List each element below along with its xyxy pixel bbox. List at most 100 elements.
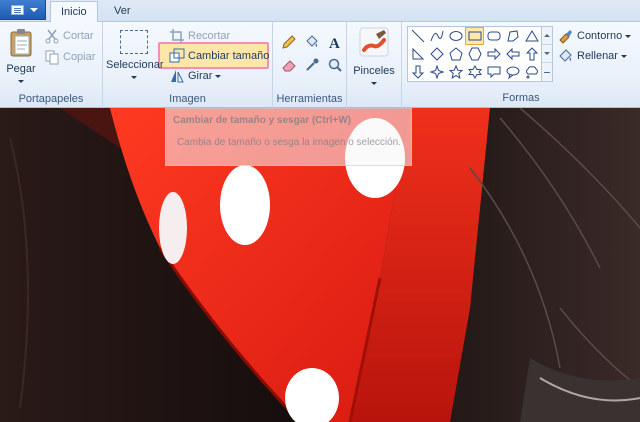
up-arrow-shape[interactable] — [522, 45, 541, 63]
crop-icon — [169, 28, 185, 44]
ribbon: Pegar Cortar Copiar Portapapeles Selecci… — [0, 22, 640, 108]
chevron-down-icon — [371, 81, 377, 85]
document-icon — [11, 5, 24, 15]
tooltip-body: Cambia de tamaño o sesga la imagen o sel… — [177, 137, 402, 148]
polygon-shape[interactable] — [503, 27, 522, 45]
outline-label: Contorno — [577, 30, 623, 42]
rounded-rectangle-shape[interactable] — [484, 27, 503, 45]
oval-shape[interactable] — [446, 27, 465, 45]
hexagon-icon — [467, 47, 482, 61]
five-point-star-icon — [448, 65, 463, 79]
down-arrow-icon — [411, 65, 424, 79]
rect-callout-shape[interactable] — [484, 63, 503, 81]
fill-button[interactable]: Rellenar — [558, 48, 627, 64]
rotate-button[interactable]: Girar — [169, 68, 222, 84]
curve-shape[interactable] — [427, 27, 446, 45]
ribbon-tab-strip: Inicio Ver — [0, 0, 640, 23]
tooltip-title: Cambiar de tamaño y sesgar (Ctrl+W) — [173, 115, 352, 126]
brush-icon — [359, 27, 389, 57]
five-point-star-shape[interactable] — [446, 63, 465, 81]
brushes-button[interactable]: Pinceles — [351, 26, 397, 89]
cloud-callout-shape[interactable] — [522, 63, 541, 81]
text-tool[interactable]: A — [325, 32, 345, 52]
magnifier-icon — [328, 58, 342, 72]
scroll-down-button[interactable] — [542, 45, 552, 63]
group-herramientas: A Herramientas — [273, 22, 347, 108]
group-pinceles: Pinceles — [347, 22, 402, 108]
resize-button[interactable]: Cambiar tamaño — [169, 48, 269, 64]
fill-bucket-icon — [558, 48, 574, 64]
four-point-star-shape[interactable] — [427, 63, 446, 81]
group-label-imagen: Imagen — [169, 93, 206, 105]
scissors-icon — [44, 28, 60, 44]
copy-label: Copiar — [63, 51, 96, 63]
tab-ver[interactable]: Ver — [104, 1, 141, 22]
group-label-formas: Formas — [502, 92, 540, 104]
chevron-down-icon — [625, 34, 632, 38]
oval-callout-shape[interactable] — [503, 63, 522, 81]
resize-tooltip: Cambiar de tamaño y sesgar (Ctrl+W) Camb… — [165, 108, 412, 166]
oval-callout-icon — [506, 66, 519, 79]
outline-button[interactable]: Contorno — [558, 28, 632, 44]
four-point-star-icon — [429, 65, 444, 79]
right-arrow-shape[interactable] — [484, 45, 503, 63]
selection-icon — [120, 30, 148, 54]
brushes-label: Pinceles — [353, 65, 395, 77]
right-triangle-shape[interactable] — [408, 45, 427, 63]
six-point-star-shape[interactable] — [465, 63, 484, 81]
paint-bucket-icon — [306, 35, 318, 47]
scroll-up-button[interactable] — [542, 27, 552, 45]
cut-label: Cortar — [63, 30, 94, 42]
fill-tool[interactable] — [302, 32, 322, 52]
resize-label: Cambiar tamaño — [188, 50, 270, 62]
polygon-icon — [506, 30, 519, 42]
group-portapapeles: Pegar Cortar Copiar Portapapeles — [0, 22, 103, 108]
hexagon-shape[interactable] — [465, 45, 484, 63]
diamond-icon — [429, 47, 444, 61]
shapes-gallery-scrollbar[interactable] — [541, 26, 553, 82]
select-button[interactable]: Seleccionar — [106, 30, 163, 83]
copy-button[interactable]: Copiar — [44, 49, 95, 65]
tab-inicio[interactable]: Inicio — [50, 1, 98, 23]
chevron-down-icon — [544, 52, 550, 55]
rectangle-shape[interactable] — [465, 27, 484, 45]
clipboard-icon — [10, 29, 32, 57]
rotate-label: Girar — [188, 70, 213, 82]
left-arrow-icon — [505, 47, 519, 61]
gallery-expand-button[interactable] — [542, 63, 552, 81]
text-icon: A — [329, 36, 340, 50]
paste-button[interactable]: Pegar — [4, 28, 38, 87]
line-shape[interactable] — [408, 27, 427, 45]
svg-text:A: A — [329, 36, 340, 50]
group-imagen: Seleccionar Recortar Cambiar tamaño Gira… — [103, 22, 273, 108]
cut-button[interactable]: Cortar — [44, 28, 94, 44]
chevron-down-icon — [30, 8, 38, 12]
up-arrow-icon — [525, 47, 538, 61]
application-menu-button[interactable] — [0, 0, 46, 20]
triangle-icon — [524, 30, 539, 42]
crop-label: Recortar — [188, 30, 231, 42]
triangle-shape[interactable] — [522, 27, 541, 45]
line-icon — [411, 29, 424, 43]
shapes-gallery — [407, 26, 543, 82]
right-triangle-icon — [412, 47, 424, 60]
paste-label: Pegar — [6, 63, 36, 75]
crop-button[interactable]: Recortar — [169, 28, 230, 44]
pentagon-shape[interactable] — [446, 45, 465, 63]
color-picker-tool[interactable] — [302, 55, 322, 75]
chevron-down-icon — [620, 54, 627, 58]
rectangle-icon — [468, 31, 481, 41]
six-point-star-icon — [467, 65, 482, 79]
resize-icon — [169, 48, 185, 64]
diamond-shape[interactable] — [427, 45, 446, 63]
chevron-down-icon — [18, 79, 24, 83]
pencil-tool[interactable] — [279, 32, 299, 52]
outline-brush-icon — [558, 28, 574, 44]
magnifier-tool[interactable] — [325, 55, 345, 75]
eraser-tool[interactable] — [279, 55, 299, 75]
rotate-icon — [169, 68, 185, 84]
left-arrow-shape[interactable] — [503, 45, 522, 63]
chevron-down-icon — [131, 75, 137, 79]
curve-icon — [430, 30, 443, 42]
down-arrow-shape[interactable] — [408, 63, 427, 81]
